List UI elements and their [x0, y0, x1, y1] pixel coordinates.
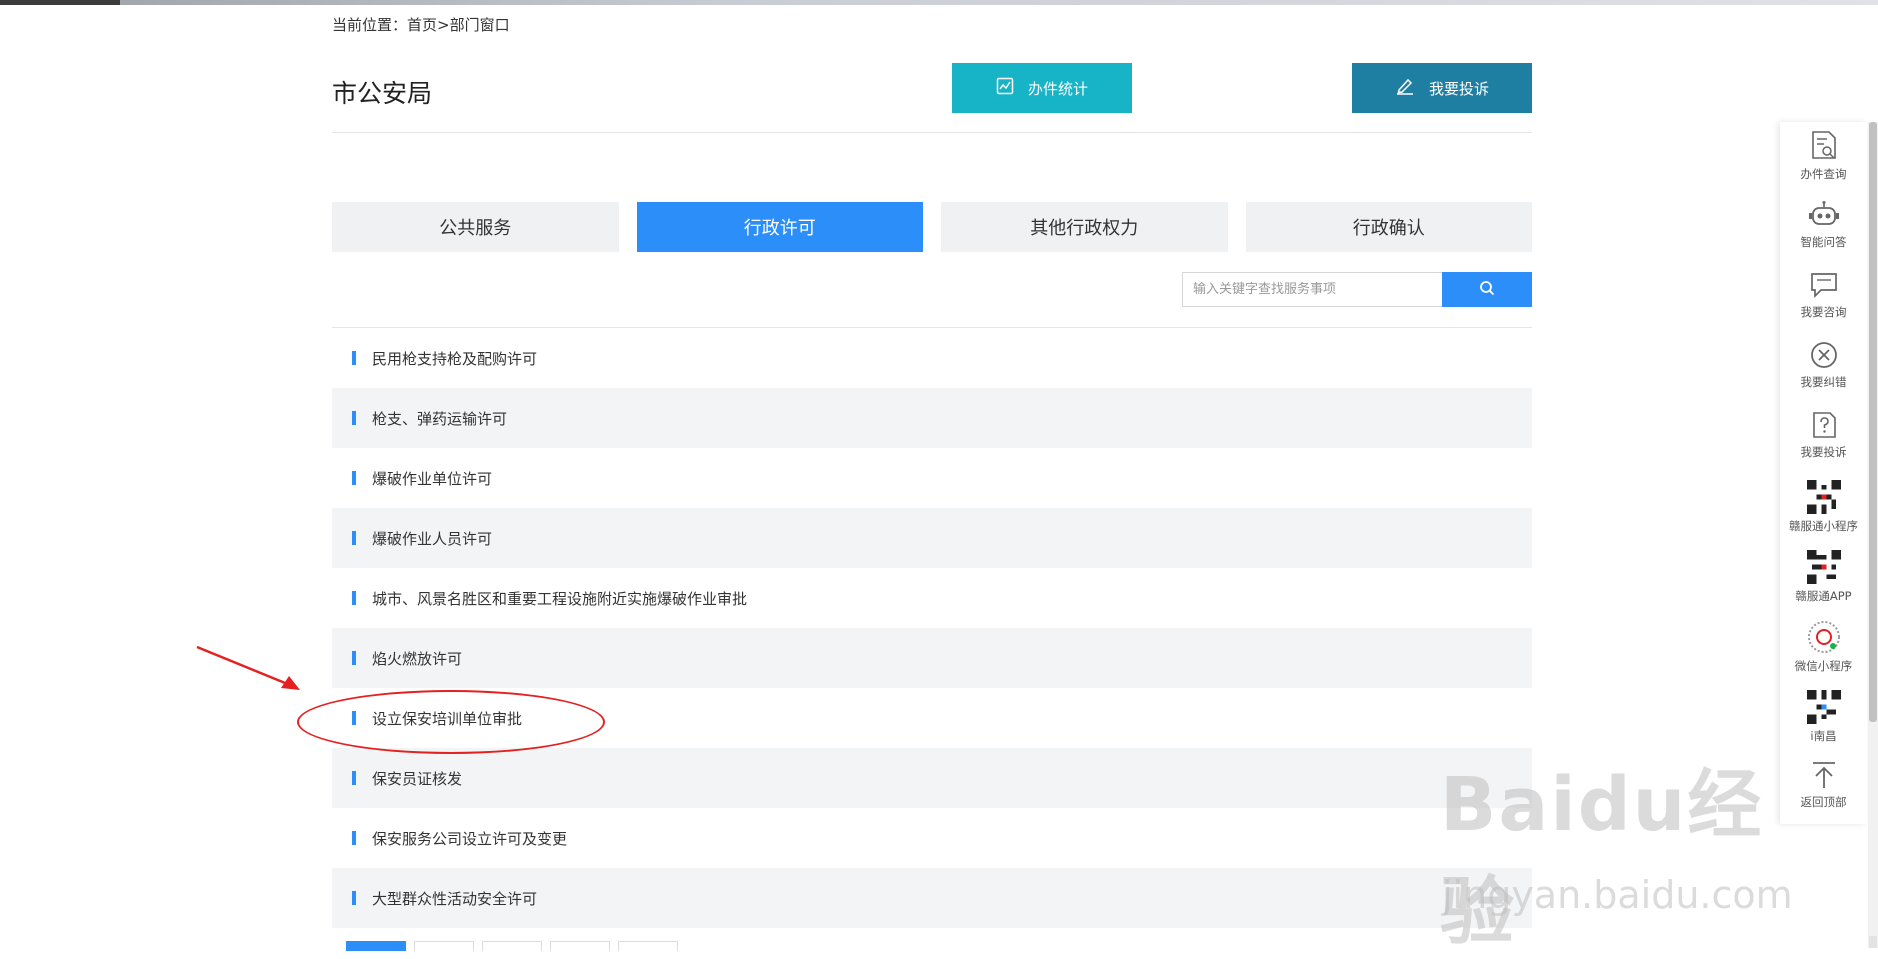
qr-code-icon [1806, 550, 1841, 584]
watermark-sub: jingyan.baidu.com [1442, 873, 1793, 917]
tab-public-service[interactable]: 公共服务 [332, 202, 619, 252]
back-to-top-icon [1812, 762, 1835, 788]
mini-program-code-icon [1807, 621, 1840, 653]
sidebar-item-wechat-mini[interactable]: 微信小程序 [1780, 612, 1867, 682]
qr-code-icon [1806, 690, 1841, 724]
service-item-list: 民用枪支持枪及配购许可 枪支、弹药运输许可 爆破作业单位许可 爆破作业人员许可 … [332, 328, 1532, 928]
tab-other-administrative-power[interactable]: 其他行政权力 [941, 202, 1228, 252]
sidebar-label: 我要投诉 [1800, 445, 1847, 459]
list-item[interactable]: 城市、风景名胜区和重要工程设施附近实施爆破作业审批 [332, 568, 1532, 628]
list-item-label: 大型群众性活动安全许可 [372, 889, 538, 908]
sidebar-label: 我要纠错 [1800, 375, 1847, 389]
sidebar-item-ganfutong-app[interactable]: 赣服通APP [1780, 542, 1867, 612]
list-item-label: 保安员证核发 [372, 769, 463, 788]
header-divider [332, 132, 1532, 133]
page-button[interactable] [482, 941, 542, 951]
document-search-icon [1811, 131, 1836, 159]
case-statistics-button[interactable]: 办件统计 [952, 63, 1132, 113]
list-item-label: 枪支、弹药运输许可 [372, 409, 508, 428]
close-circle-icon [1810, 342, 1837, 368]
item-marker [352, 471, 356, 485]
item-marker [352, 651, 356, 665]
category-tabs: 公共服务 行政许可 其他行政权力 行政确认 [332, 202, 1532, 252]
list-item[interactable]: 保安员证核发 [332, 748, 1532, 808]
sidebar-label: 赣服通APP [1795, 589, 1852, 603]
item-marker [352, 531, 356, 545]
scrollbar-down-arrow[interactable] [1869, 936, 1877, 948]
list-item-label: 爆破作业人员许可 [372, 529, 493, 548]
watermark-main: Baidu经验 [1440, 762, 1764, 955]
item-marker [352, 771, 356, 785]
search-input[interactable] [1182, 272, 1442, 307]
sidebar-item-consult[interactable]: 我要咨询 [1780, 262, 1867, 332]
page-button[interactable] [414, 941, 474, 951]
search-bar [1182, 272, 1532, 307]
complaint-button[interactable]: 我要投诉 [1352, 63, 1532, 113]
breadcrumb-current: 部门窗口 [449, 16, 510, 34]
list-item[interactable]: 大型群众性活动安全许可 [332, 868, 1532, 928]
breadcrumb-prefix: 当前位置： [332, 16, 408, 34]
sidebar-item-back-to-top[interactable]: 返回顶部 [1780, 752, 1867, 822]
annotation-arrow-icon [196, 645, 300, 690]
sidebar-item-case-query[interactable]: 办件查询 [1780, 122, 1867, 192]
page-button-current[interactable] [346, 941, 406, 951]
page-button[interactable] [550, 941, 610, 951]
list-item-label: 城市、风景名胜区和重要工程设施附近实施爆破作业审批 [372, 589, 748, 608]
list-item-label: 保安服务公司设立许可及变更 [372, 829, 568, 848]
sidebar-label: 微信小程序 [1794, 659, 1853, 673]
case-statistics-label: 办件统计 [1027, 79, 1088, 98]
sidebar-label: 返回顶部 [1800, 795, 1847, 809]
list-item-label: 爆破作业单位许可 [372, 469, 493, 488]
sidebar-item-correction[interactable]: 我要纠错 [1780, 332, 1867, 402]
breadcrumb-separator: > [437, 16, 450, 34]
sidebar-item-smart-qa[interactable]: 智能问答 [1780, 192, 1867, 262]
pen-icon [1395, 77, 1415, 99]
page-button[interactable] [618, 941, 678, 951]
list-item[interactable]: 保安服务公司设立许可及变更 [332, 808, 1532, 868]
complaint-label: 我要投诉 [1428, 79, 1489, 98]
watermark: Baidu经验 jingyan.baidu.com [1440, 745, 1793, 955]
sidebar-item-i-nanchang[interactable]: i南昌 [1780, 682, 1867, 752]
sidebar-label: 赣服通小程序 [1789, 519, 1858, 533]
list-item[interactable]: 枪支、弹药运输许可 [332, 388, 1532, 448]
sidebar-label: 办件查询 [1800, 167, 1847, 181]
sidebar-label: i南昌 [1810, 729, 1837, 743]
search-icon [1479, 280, 1495, 300]
item-marker [352, 891, 356, 905]
breadcrumb-home-link[interactable]: 首页 [407, 14, 437, 35]
sidebar-item-complaint[interactable]: 我要投诉 [1780, 402, 1867, 472]
robot-icon [1808, 201, 1839, 225]
annotation-ellipse [297, 690, 605, 754]
search-button[interactable] [1442, 272, 1532, 307]
page-scrollbar[interactable] [1868, 122, 1878, 948]
page-title: 市公安局 [332, 79, 433, 108]
list-item[interactable]: 爆破作业人员许可 [332, 508, 1532, 568]
sidebar-item-ganfutong-mini[interactable]: 赣服通小程序 [1780, 472, 1867, 542]
scrollbar-thumb[interactable] [1869, 122, 1877, 722]
chart-icon [996, 77, 1014, 99]
tab-administrative-license[interactable]: 行政许可 [636, 202, 923, 252]
item-marker [352, 831, 356, 845]
item-marker [352, 591, 356, 605]
pagination [346, 941, 678, 951]
list-item[interactable]: 焰火燃放许可 [332, 628, 1532, 688]
list-item[interactable]: 爆破作业单位许可 [332, 448, 1532, 508]
list-item[interactable]: 民用枪支持枪及配购许可 [332, 328, 1532, 388]
list-item-label: 民用枪支持枪及配购许可 [372, 349, 538, 368]
item-marker [352, 411, 356, 425]
browser-top-strip [0, 0, 1878, 5]
item-marker [352, 351, 356, 365]
chat-bubble-icon [1810, 273, 1837, 299]
sidebar-label: 智能问答 [1800, 235, 1847, 249]
tab-administrative-confirmation[interactable]: 行政确认 [1245, 202, 1532, 252]
question-document-icon [1812, 412, 1836, 438]
sidebar-label: 我要咨询 [1800, 305, 1847, 319]
floating-sidebar: 办件查询 智能问答 我要咨询 我要纠错 我要投诉 赣服通小程序 赣服通APP 微… [1780, 122, 1867, 824]
qr-code-icon [1806, 480, 1841, 514]
list-item-label: 焰火燃放许可 [372, 649, 463, 668]
breadcrumb: 当前位置：首页>部门窗口 [332, 14, 510, 35]
